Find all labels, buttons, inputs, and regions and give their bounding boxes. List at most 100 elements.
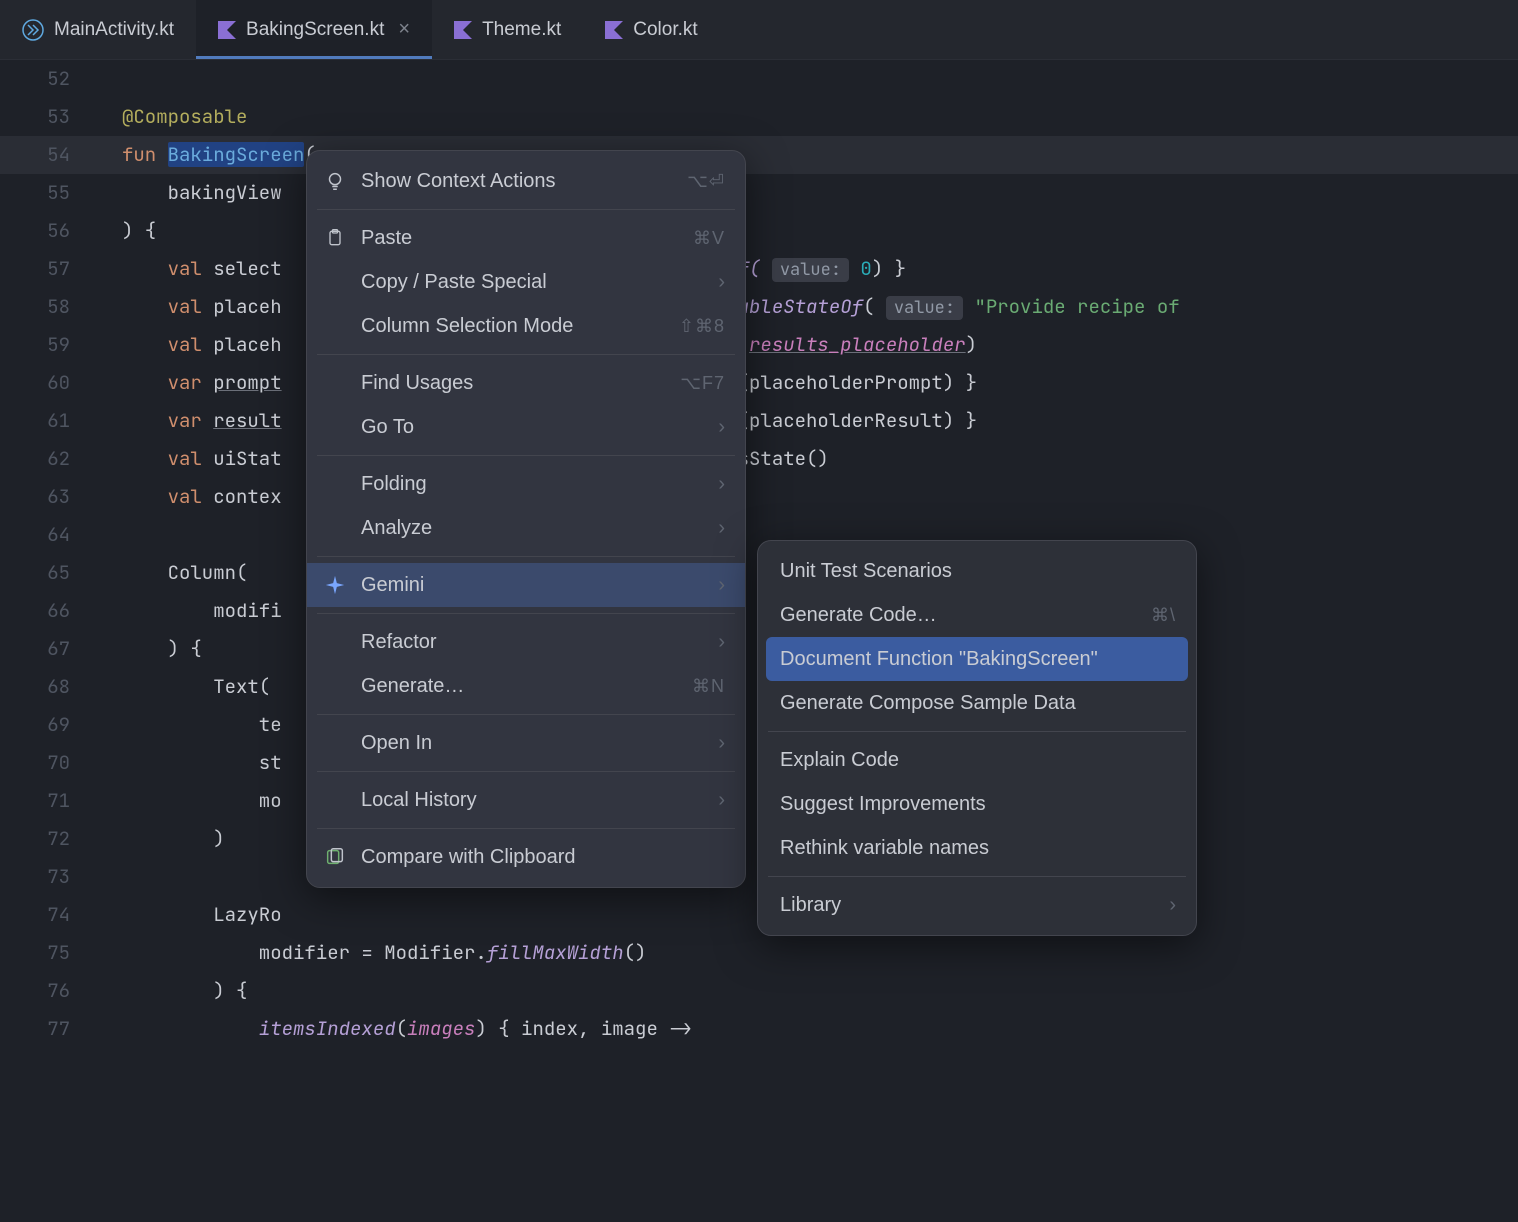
menu-item-label: Folding (361, 473, 704, 496)
kotlin-file-icon (454, 21, 472, 39)
menu-item-label: Local History (361, 789, 704, 812)
line-number: 57 (0, 250, 96, 288)
menu-separator (768, 876, 1186, 877)
menu-shortcut: ⌥F7 (680, 373, 725, 394)
gemini-submenu: Unit Test Scenarios Generate Code… ⌘\ Docum… (757, 540, 1197, 936)
menu-item-analyze[interactable]: Analyze › (307, 506, 745, 550)
blank-icon (323, 674, 347, 698)
chevron-right-icon: › (718, 416, 725, 439)
menu-item-label: Show Context Actions (361, 170, 673, 193)
tab-bar: MainActivity.kt BakingScreen.kt × Theme.… (0, 0, 1518, 60)
menu-separator (768, 731, 1186, 732)
submenu-item-label: Unit Test Scenarios (780, 560, 1176, 583)
line-number: 55 (0, 174, 96, 212)
menu-item-label: Copy / Paste Special (361, 271, 704, 294)
line-number: 77 (0, 1010, 96, 1048)
menu-item-open-in[interactable]: Open In› (307, 721, 745, 765)
tab-label: BakingScreen.kt (246, 19, 384, 41)
line-number: 52 (0, 60, 96, 98)
line-number: 67 (0, 630, 96, 668)
line-number: 58 (0, 288, 96, 326)
menu-item-folding[interactable]: Folding› (307, 462, 745, 506)
line-number: 53 (0, 98, 96, 136)
submenu-item-generate-code[interactable]: Generate Code… ⌘\ (758, 593, 1196, 637)
menu-item-label: Column Selection Mode (361, 315, 665, 338)
submenu-item-label: Rethink variable names (780, 837, 1176, 860)
menu-item-paste[interactable]: Paste⌘V (307, 216, 745, 260)
param-hint: value: (772, 258, 849, 282)
menu-separator (317, 613, 735, 614)
menu-item-label: Compare with Clipboard (361, 846, 725, 869)
chevron-right-icon: › (718, 517, 725, 540)
clipboard-icon (323, 226, 347, 250)
menu-item-generate[interactable]: Generate…⌘N (307, 664, 745, 708)
blank-icon (323, 371, 347, 395)
line-number: 60 (0, 364, 96, 402)
menu-item-find-usages[interactable]: Find Usages ⌥F7 (307, 361, 745, 405)
menu-separator (317, 354, 735, 355)
blank-icon (323, 270, 347, 294)
menu-item-refactor[interactable]: Refactor › (307, 620, 745, 664)
line-number: 64 (0, 516, 96, 554)
menu-item-local-history[interactable]: Local History› (307, 778, 745, 822)
line-number: 63 (0, 478, 96, 516)
kotlin-file-icon (218, 21, 236, 39)
tab-mainactivity[interactable]: MainActivity.kt (0, 0, 196, 59)
blank-icon (323, 472, 347, 496)
submenu-item-unit-test-scenarios[interactable]: Unit Test Scenarios (758, 549, 1196, 593)
menu-item-label: Generate… (361, 675, 678, 698)
bulb-icon (323, 169, 347, 193)
menu-item-label: Paste (361, 227, 679, 250)
chevron-right-icon: › (718, 271, 725, 294)
chevron-right-icon: › (718, 574, 725, 597)
submenu-item-document-function-bakingscreen[interactable]: Document Function "BakingScreen" (766, 637, 1188, 681)
tab-label: Color.kt (633, 19, 697, 41)
chevron-right-icon: › (718, 631, 725, 654)
menu-item-go-to[interactable]: Go To › (307, 405, 745, 449)
submenu-item-explain-code[interactable]: Explain Code (758, 738, 1196, 782)
line-number: 71 (0, 782, 96, 820)
line-number: 54 (0, 136, 96, 174)
context-menu: Show Context Actions⌥⏎Paste⌘VCopy / Past… (306, 150, 746, 888)
menu-shortcut: ⌥⏎ (687, 171, 725, 192)
submenu-item-generate-compose-sample-data[interactable]: Generate Compose Sample Data (758, 681, 1196, 725)
line-number: 72 (0, 820, 96, 858)
chevron-right-icon: › (1169, 894, 1176, 917)
menu-item-show-context-actions[interactable]: Show Context Actions ⌥⏎ (307, 159, 745, 203)
blank-icon (323, 630, 347, 654)
line-number: 75 (0, 934, 96, 972)
menu-item-column-selection-mode[interactable]: Column Selection Mode⇧⌘8 (307, 304, 745, 348)
menu-item-label: Analyze (361, 517, 704, 540)
line-number: 73 (0, 858, 96, 896)
menu-item-label: Go To (361, 416, 704, 439)
tab-label: Theme.kt (482, 19, 561, 41)
param-hint: value: (886, 296, 963, 320)
line-number: 76 (0, 972, 96, 1010)
tab-color[interactable]: Color.kt (583, 0, 719, 59)
line-number: 70 (0, 744, 96, 782)
blank-icon (323, 731, 347, 755)
submenu-item-label: Generate Compose Sample Data (780, 692, 1176, 715)
menu-item-label: Find Usages (361, 372, 666, 395)
submenu-item-suggest-improvements[interactable]: Suggest Improvements (758, 782, 1196, 826)
menu-item-label: Refactor (361, 631, 704, 654)
menu-item-gemini[interactable]: Gemini › (307, 563, 745, 607)
line-number: 69 (0, 706, 96, 744)
submenu-item-label: Generate Code… (780, 604, 1137, 627)
annotation: @Composable (122, 104, 247, 129)
tab-theme[interactable]: Theme.kt (432, 0, 583, 59)
menu-separator (317, 714, 735, 715)
menu-item-compare-with-clipboard[interactable]: Compare with Clipboard (307, 835, 745, 879)
menu-item-copy-paste-special[interactable]: Copy / Paste Special › (307, 260, 745, 304)
submenu-item-rethink-variable-names[interactable]: Rethink variable names (758, 826, 1196, 870)
line-number: 62 (0, 440, 96, 478)
submenu-item-label: Explain Code (780, 749, 1176, 772)
menu-item-label: Gemini (361, 574, 704, 597)
submenu-item-library[interactable]: Library› (758, 883, 1196, 927)
tab-bakingscreen[interactable]: BakingScreen.kt × (196, 0, 432, 59)
menu-shortcut: ⌘\ (1151, 605, 1176, 626)
kotlin-file-icon (605, 21, 623, 39)
close-icon[interactable]: × (398, 18, 410, 41)
compare-icon (323, 845, 347, 869)
menu-item-label: Open In (361, 732, 704, 755)
